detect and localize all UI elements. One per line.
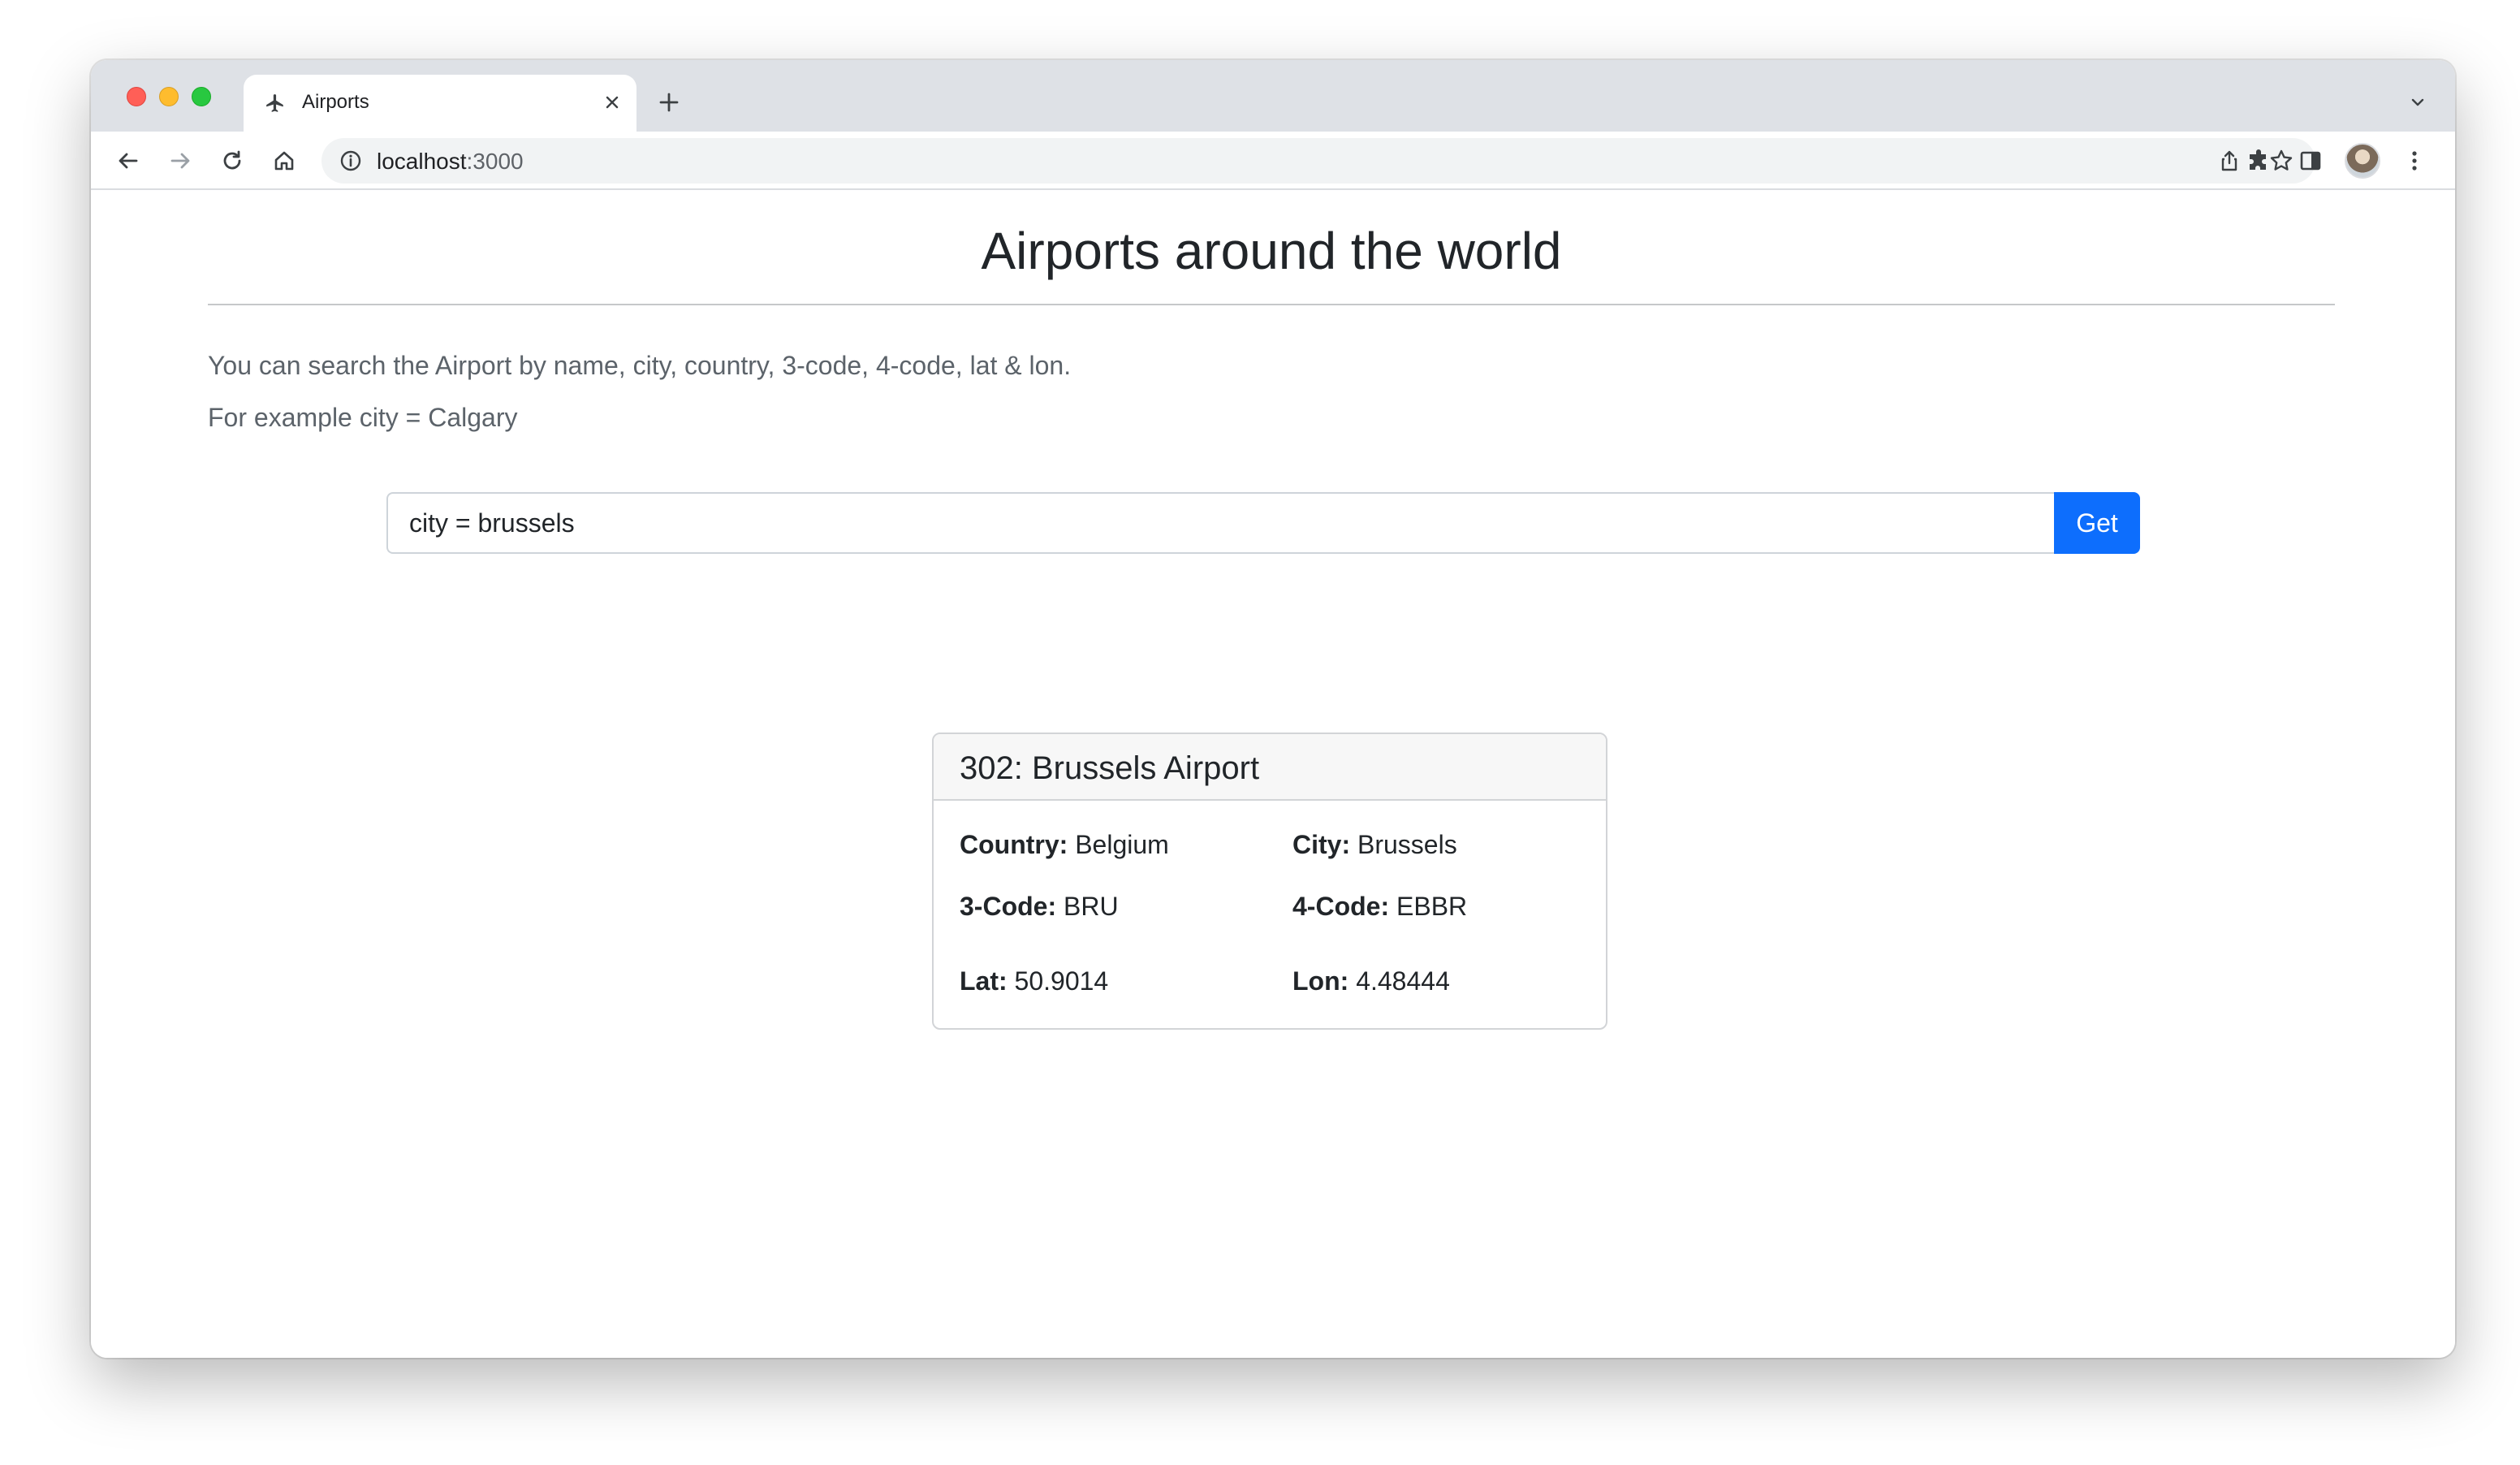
minimize-window-button[interactable] [159, 87, 179, 106]
three-code-field: 3-Code: BRU [960, 892, 1119, 921]
back-icon[interactable] [109, 141, 148, 180]
lon-field: Lon: 4.48444 [1292, 966, 1450, 996]
country-field: Country: Belgium [960, 830, 1169, 859]
home-icon[interactable] [265, 141, 304, 180]
page-content: Airports around the world You can search… [91, 192, 2455, 1358]
browser-window: Airports localhost:3000 Airports around … [91, 60, 2455, 1358]
card-header: 302: Brussels Airport [934, 734, 1606, 801]
plus-icon[interactable] [654, 88, 684, 117]
tab-title: Airports [302, 91, 369, 113]
side-panel-icon[interactable] [2291, 141, 2330, 180]
address-bar[interactable]: localhost:3000 [321, 138, 2315, 184]
extensions-icon[interactable] [2239, 141, 2278, 180]
url-text: localhost:3000 [377, 149, 524, 174]
airport-card: 302: Brussels Airport Country: Belgium C… [932, 732, 1607, 1030]
airplane-icon [265, 93, 286, 114]
avatar[interactable] [2345, 143, 2380, 179]
reload-icon[interactable] [213, 141, 252, 180]
get-button[interactable]: Get [2054, 492, 2140, 554]
tab-airports[interactable]: Airports [244, 75, 636, 132]
search-description: You can search the Airport by name, city… [208, 351, 1072, 380]
maximize-window-button[interactable] [192, 87, 211, 106]
menu-icon[interactable] [2395, 141, 2434, 180]
search-input[interactable] [386, 492, 2054, 554]
info-icon[interactable] [339, 149, 362, 172]
search-example: For example city = Calgary [208, 403, 518, 432]
four-code-field: 4-Code: EBBR [1292, 892, 1468, 921]
chevron-down-icon[interactable] [2405, 89, 2431, 115]
lat-field: Lat: 50.9014 [960, 966, 1109, 996]
airport-name: 302: Brussels Airport [960, 750, 1260, 786]
close-window-button[interactable] [127, 87, 146, 106]
title-divider [208, 304, 2335, 305]
page-title: Airports around the world [981, 222, 1562, 280]
forward-icon[interactable] [161, 141, 200, 180]
city-field: City: Brussels [1292, 830, 1457, 859]
close-icon[interactable] [599, 89, 625, 115]
tab-strip: Airports [91, 60, 2455, 132]
browser-toolbar: localhost:3000 [91, 132, 2455, 190]
